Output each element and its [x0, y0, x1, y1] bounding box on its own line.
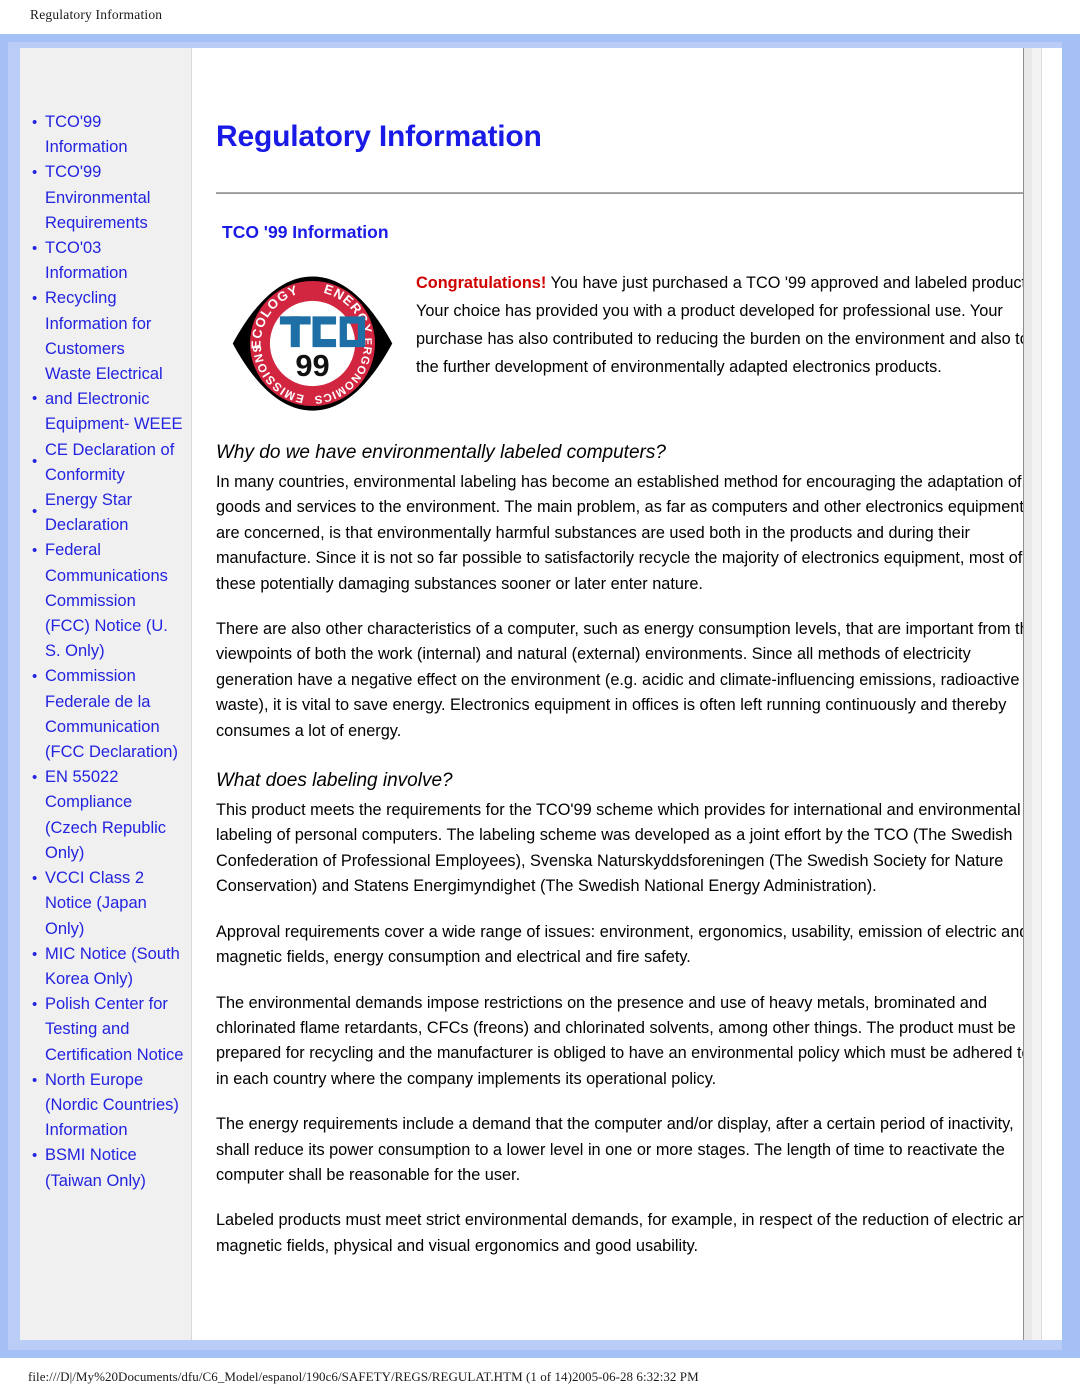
- page-title: Regulatory Information: [216, 120, 542, 153]
- sidebar-item-energy-star-declaration[interactable]: Energy Star Declaration: [32, 488, 185, 538]
- sidebar-item-ce-declaration[interactable]: CE Declaration of Conformity: [32, 438, 185, 488]
- main-content: Regulatory Information TCO '99 Informati…: [192, 48, 1062, 1340]
- paragraph-6: The energy requirements include a demand…: [216, 1115, 1014, 1184]
- sidebar-item-label: Federal Communications Commission (FCC) …: [45, 541, 168, 661]
- intro-paragraph: Congratulations! You have just purchased…: [416, 269, 1040, 381]
- tco-99-logo: ECOLOGY ENERGY EMISSIONS ERGONOMICS: [220, 271, 405, 416]
- vertical-scrollbar[interactable]: [1023, 48, 1042, 1340]
- document-content: TCO'99 Information TCO'99 Environmental …: [20, 48, 1062, 1340]
- print-footer: file:///D|/My%20Documents/dfu/C6_Model/e…: [0, 1363, 1080, 1397]
- sidebar-item-polish-center-notice[interactable]: Polish Center for Testing and Certificat…: [32, 992, 185, 1068]
- sidebar-item-tco99-information[interactable]: TCO'99 Information: [32, 110, 185, 160]
- sidebar-link-list: TCO'99 Information TCO'99 Environmental …: [20, 110, 191, 1194]
- sidebar-item-commission-federale[interactable]: Commission Federale de la Communication …: [32, 664, 185, 765]
- sidebar-item-label: Energy Star Declaration: [45, 491, 133, 535]
- paragraph-3: This product meets the requirements for …: [216, 801, 1021, 896]
- svg-text:99: 99: [295, 348, 329, 383]
- subheading-why-labeled-computers: Why do we have environmentally labeled c…: [216, 442, 666, 463]
- frame-bottom-band: [8, 1340, 1062, 1350]
- sidebar-item-label: Commission Federale de la Communication …: [45, 667, 178, 762]
- sidebar-item-label: VCCI Class 2 Notice (Japan Only): [45, 869, 147, 938]
- print-header: Regulatory Information: [0, 0, 1080, 34]
- sidebar-item-label: Polish Center for Testing and Certificat…: [45, 995, 184, 1064]
- sidebar-item-recycling-information[interactable]: Recycling Information for Customers: [32, 286, 185, 362]
- sidebar-item-fcc-notice[interactable]: Federal Communications Commission (FCC) …: [32, 538, 185, 664]
- paragraph-1: In many countries, environmental labelin…: [216, 473, 1024, 593]
- intro-row: ECOLOGY ENERGY EMISSIONS ERGONOMICS: [216, 269, 1040, 416]
- sidebar-item-bsmi-notice[interactable]: BSMI Notice (Taiwan Only): [32, 1143, 185, 1193]
- sidebar-item-en55022-compliance[interactable]: EN 55022 Compliance (Czech Republic Only…: [32, 765, 185, 866]
- sidebar-item-vcci-class2-notice[interactable]: VCCI Class 2 Notice (Japan Only): [32, 866, 185, 942]
- tco-99-certification-icon: ECOLOGY ENERGY EMISSIONS ERGONOMICS: [232, 276, 393, 411]
- paragraph-2: There are also other characteristics of …: [216, 620, 1038, 740]
- sidebar-item-label: Waste Electrical and Electronic Equipmen…: [45, 365, 183, 434]
- sidebar-item-label: EN 55022 Compliance (Czech Republic Only…: [45, 768, 167, 862]
- sidebar-item-label: North Europe (Nordic Countries) Informat…: [45, 1070, 179, 1140]
- paragraph-7: Labeled products must meet strict enviro…: [216, 1211, 1036, 1255]
- sidebar-navigation: TCO'99 Information TCO'99 Environmental …: [20, 48, 192, 1340]
- sidebar-item-waste-electrical-weee[interactable]: Waste Electrical and Electronic Equipmen…: [32, 362, 185, 438]
- sidebar-item-label: Recycling Information for Customers: [45, 289, 152, 358]
- sidebar-item-label: TCO'99 Environmental Requirements: [45, 163, 151, 232]
- section-heading-tco99: TCO '99 Information: [222, 222, 389, 242]
- page-frame: TCO'99 Information TCO'99 Environmental …: [0, 34, 1080, 1358]
- sidebar-item-label: BSMI Notice (Taiwan Only): [45, 1146, 146, 1190]
- title-divider: [216, 192, 1040, 194]
- sidebar-item-label: TCO'03 Information: [45, 239, 128, 283]
- sidebar-item-label: TCO'99 Information: [45, 113, 128, 157]
- paragraph-4: Approval requirements cover a wide range…: [216, 922, 1029, 967]
- sidebar-item-north-europe-information[interactable]: North Europe (Nordic Countries) Informat…: [32, 1068, 185, 1144]
- sidebar-item-label: MIC Notice (South Korea Only): [45, 944, 180, 988]
- subheading-what-does-labeling-involve: What does labeling involve?: [216, 770, 453, 792]
- paragraph-5: The environmental demands impose restric…: [216, 993, 1031, 1088]
- sidebar-item-tco99-environmental-requirements[interactable]: TCO'99 Environmental Requirements: [32, 160, 185, 236]
- sidebar-item-tco03-information[interactable]: TCO'03 Information: [32, 236, 185, 286]
- print-header-title: Regulatory Information: [30, 7, 163, 22]
- sidebar-item-mic-notice[interactable]: MIC Notice (South Korea Only): [32, 942, 185, 992]
- congratulations-lead: Congratulations!: [416, 274, 547, 292]
- print-footer-path: file:///D|/My%20Documents/dfu/C6_Model/e…: [28, 1369, 699, 1384]
- sidebar-item-label: CE Declaration of Conformity: [45, 440, 175, 484]
